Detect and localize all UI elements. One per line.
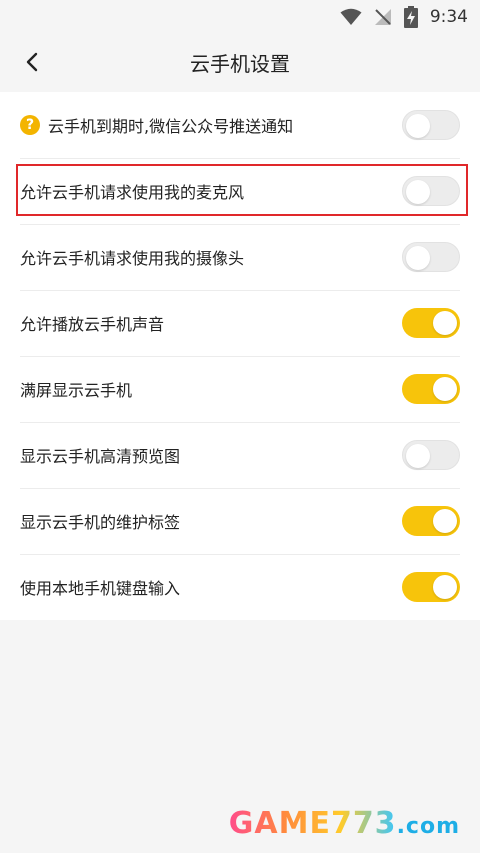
setting-label: 满屏显示云手机	[20, 381, 133, 400]
setting-wechat-notify: ? 云手机到期时,微信公众号推送通知	[0, 92, 480, 158]
settings-list: ? 云手机到期时,微信公众号推送通知 允许云手机请求使用我的麦克风 允许云手机请…	[0, 92, 480, 620]
watermark-logo: GAME773 .com	[229, 806, 460, 841]
chevron-left-icon	[26, 52, 38, 72]
toggle-switch[interactable]	[402, 572, 460, 602]
back-button[interactable]	[18, 48, 46, 76]
setting-fullscreen: 满屏显示云手机	[0, 356, 480, 422]
setting-label: 允许云手机请求使用我的麦克风	[20, 183, 245, 202]
toggle-knob	[406, 180, 430, 204]
setting-camera: 允许云手机请求使用我的摄像头	[0, 224, 480, 290]
status-bar: 9:34	[0, 0, 480, 34]
setting-label: 使用本地手机键盘输入	[20, 579, 181, 598]
toggle-switch[interactable]	[402, 506, 460, 536]
toggle-knob	[433, 311, 457, 335]
toggle-switch[interactable]	[402, 176, 460, 206]
toggle-switch[interactable]	[402, 374, 460, 404]
wifi-icon	[340, 8, 362, 25]
setting-label: 显示云手机的维护标签	[20, 513, 181, 532]
status-icons: 9:34	[340, 5, 468, 29]
setting-label: 显示云手机高清预览图	[20, 447, 181, 466]
setting-microphone: 允许云手机请求使用我的麦克风	[0, 158, 480, 224]
setting-label: 允许云手机请求使用我的摄像头	[20, 249, 245, 268]
battery-charging-icon	[403, 6, 418, 28]
toggle-switch[interactable]	[402, 440, 460, 470]
toggle-knob	[406, 114, 430, 138]
setting-label: 云手机到期时,微信公众号推送通知	[48, 117, 294, 136]
no-signal-icon	[374, 9, 391, 25]
status-time: 9:34	[429, 7, 468, 27]
toggle-knob	[433, 575, 457, 599]
watermark-suffix: .com	[396, 814, 460, 839]
watermark-main: GAME773	[228, 806, 397, 841]
toggle-switch[interactable]	[402, 242, 460, 272]
toggle-switch[interactable]	[402, 308, 460, 338]
page-title: 云手机设置	[190, 51, 290, 76]
header: 云手机设置	[0, 34, 480, 90]
help-icon[interactable]: ?	[20, 115, 40, 135]
setting-label: 允许播放云手机声音	[20, 315, 165, 334]
setting-sound: 允许播放云手机声音	[0, 290, 480, 356]
toggle-knob	[406, 246, 430, 270]
toggle-switch[interactable]	[402, 110, 460, 140]
toggle-knob	[406, 444, 430, 468]
setting-local-keyboard: 使用本地手机键盘输入	[0, 554, 480, 620]
setting-hd-preview: 显示云手机高清预览图	[0, 422, 480, 488]
toggle-knob	[433, 377, 457, 401]
setting-maintenance-tag: 显示云手机的维护标签	[0, 488, 480, 554]
toggle-knob	[433, 509, 457, 533]
